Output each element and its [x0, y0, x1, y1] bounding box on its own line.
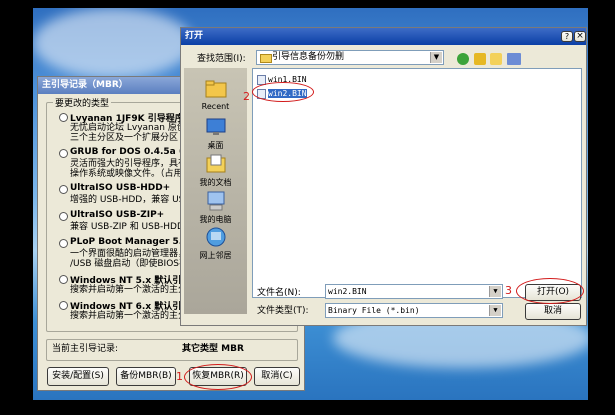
- current-mbr-label: 当前主引导记录:: [52, 344, 119, 354]
- back-icon[interactable]: [457, 53, 469, 65]
- filetype-label: 文件类型(T):: [257, 306, 309, 316]
- step-2-marker: 2: [243, 90, 250, 103]
- radio-usb-zip[interactable]: [59, 212, 68, 221]
- lookin-dropdown[interactable]: 引导信息备份勿删 ▼: [256, 50, 444, 65]
- filename-label: 文件名(N):: [257, 288, 301, 298]
- open-dialog-title: 打开: [181, 28, 586, 45]
- place-recent[interactable]: Recent: [184, 78, 247, 111]
- place-recent-label: Recent: [201, 102, 230, 111]
- my-computer-icon: [207, 191, 224, 211]
- chevron-down-icon: ▼: [489, 286, 501, 297]
- lookin-label: 查找范围(I):: [197, 54, 246, 64]
- place-network-label: 网上邻居: [199, 251, 232, 260]
- place-desktop-label: 桌面: [207, 141, 224, 150]
- view-menu-icon[interactable]: [507, 53, 521, 65]
- place-my-documents[interactable]: 我的文档: [184, 153, 247, 188]
- recent-folder-icon: [205, 80, 226, 98]
- option-usb-hdd-title[interactable]: UltraISO USB-HDD+: [70, 183, 170, 193]
- radio-grub[interactable]: [59, 149, 68, 158]
- place-my-computer[interactable]: 我的电脑: [184, 190, 247, 225]
- install-button[interactable]: 安装/配置(S): [47, 367, 109, 386]
- backup-mbr-button[interactable]: 备份MBR(B): [116, 367, 176, 386]
- radio-nt5[interactable]: [59, 275, 68, 284]
- place-desktop[interactable]: 桌面: [184, 116, 247, 151]
- file-list[interactable]: win1.BIN win2.BIN: [252, 68, 582, 298]
- place-my-documents-label: 我的文档: [199, 178, 232, 187]
- step-3-highlight: [516, 278, 584, 304]
- type-group-label: 要更改的类型: [53, 96, 112, 109]
- step-3-marker: 3: [505, 284, 512, 297]
- option-usb-zip-desc: 兼容 USB-ZIP 和 USB-HDD 方: [70, 222, 196, 232]
- place-network[interactable]: 网上邻居: [184, 226, 247, 261]
- filename-input[interactable]: win2.BIN ▼: [325, 284, 503, 299]
- filetype-dropdown[interactable]: Binary File (*.bin) ▼: [325, 303, 503, 318]
- option-usb-hdd-desc: 增强的 USB-HDD，兼容 USB-: [70, 195, 194, 205]
- desktop-icon: [206, 118, 225, 135]
- lookin-value: 引导信息备份勿删: [272, 52, 345, 62]
- network-icon: [206, 227, 225, 247]
- my-documents-icon: [206, 154, 225, 173]
- option-nt6-desc: 搜索并启动第一个激活的主分: [70, 311, 188, 321]
- option-grub-desc: 操作系统或映像文件。（占用: [70, 169, 183, 179]
- filename-value: win2.BIN: [328, 287, 367, 296]
- option-plop-desc: /USB 磁盘启动（即使BIOS不支: [70, 259, 197, 269]
- chevron-down-icon: ▼: [430, 52, 442, 63]
- chevron-down-icon: ▼: [489, 305, 501, 316]
- up-folder-icon[interactable]: [474, 53, 486, 65]
- option-lvyanan-desc: 三个主分区及一个扩展分区: [70, 133, 179, 143]
- radio-usb-hdd[interactable]: [59, 185, 68, 194]
- help-button[interactable]: ?: [561, 31, 573, 42]
- radio-lvyanan[interactable]: [59, 113, 68, 122]
- cancel-button[interactable]: 取消(C): [254, 367, 300, 386]
- current-mbr-value: 其它类型 MBR: [182, 344, 244, 354]
- folder-icon: [260, 54, 272, 63]
- filetype-value: Binary File (*.bin): [328, 306, 420, 315]
- open-dialog-cancel-button[interactable]: 取消: [525, 303, 581, 320]
- close-button[interactable]: ×: [574, 31, 586, 42]
- step-1-highlight: [184, 364, 252, 390]
- new-folder-icon[interactable]: [490, 53, 502, 65]
- option-usb-zip-title[interactable]: UltraISO USB-ZIP+: [70, 210, 164, 220]
- radio-plop[interactable]: [59, 239, 68, 248]
- cloud: [33, 8, 193, 78]
- option-nt5-desc: 搜索并启动第一个激活的主分: [70, 285, 188, 295]
- step-1-marker: 1: [176, 370, 183, 383]
- step-2-highlight: [252, 82, 314, 102]
- radio-nt6[interactable]: [59, 301, 68, 310]
- place-my-computer-label: 我的电脑: [199, 215, 232, 224]
